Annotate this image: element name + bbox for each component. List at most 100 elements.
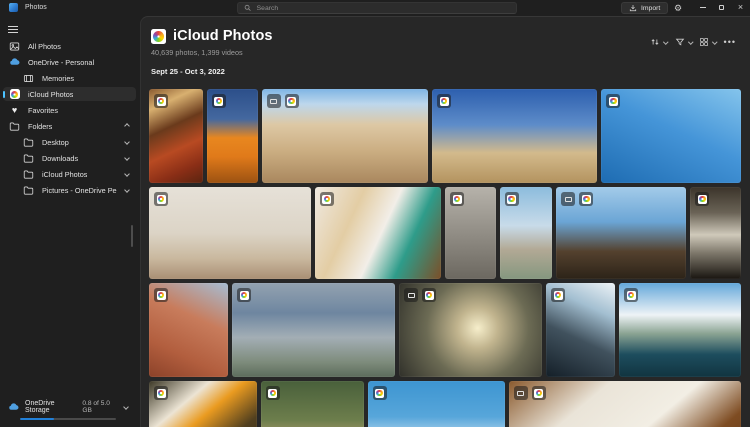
icloud-badge-icon [551, 288, 565, 302]
badge-group [450, 192, 464, 206]
photo-lake-city-clouds[interactable] [619, 283, 741, 377]
badge-group [504, 192, 519, 206]
import-button[interactable]: Import [621, 2, 669, 14]
sidebar-item-desktop[interactable]: Desktop [3, 135, 136, 149]
badge-group [154, 288, 168, 302]
minimize-icon [699, 7, 706, 8]
photo-shaggy-dog-forest[interactable] [260, 381, 364, 427]
filter-button[interactable] [675, 37, 693, 47]
motion-badge-icon [561, 192, 576, 206]
sidebar-item-all-photos[interactable]: All Photos [3, 39, 136, 53]
hamburger-menu-button[interactable] [8, 22, 30, 36]
motion-badge-icon [404, 288, 418, 302]
sidebar-item-label: Memories [42, 73, 75, 83]
icloud-badge-icon [531, 386, 546, 400]
heart-icon: ♥ [11, 104, 18, 115]
grid-view-icon [700, 38, 709, 47]
photo-dog-on-chair[interactable] [149, 187, 311, 279]
photo-pastry-and-latte[interactable] [314, 187, 441, 279]
icloud-badge-icon [154, 386, 168, 400]
search-input[interactable] [256, 4, 510, 12]
close-button[interactable]: × [731, 0, 750, 15]
date-range-header: Sept 25 - Oct 3, 2022 [151, 67, 225, 76]
sidebar-item-memories[interactable]: Memories [3, 71, 136, 85]
page-header: iCloud Photos [151, 28, 273, 44]
badge-group [404, 288, 436, 302]
motion-badge-icon [513, 386, 528, 400]
photo-row [149, 89, 741, 183]
photo-beach-bicycles[interactable] [499, 187, 553, 279]
chevron-down-icon [124, 155, 130, 161]
photo-puppy-on-street[interactable] [445, 187, 496, 279]
sidebar-item-onedrive-personal[interactable]: OneDrive - Personal [3, 55, 136, 69]
sidebar-item-label: iCloud Photos [28, 89, 74, 99]
photo-desert-rocks-hiker[interactable] [261, 89, 429, 183]
app-title: Photos [25, 4, 47, 11]
icloud-badge-icon [504, 192, 519, 206]
minimize-button[interactable] [693, 0, 712, 15]
sort-button[interactable] [650, 37, 669, 47]
photo-clouds-over-beach[interactable] [367, 381, 505, 427]
photo-grilled-orange-plate[interactable] [508, 381, 741, 427]
badge-group [154, 386, 168, 400]
icloud-badge-icon [265, 386, 280, 400]
icloud-badge-icon [450, 192, 464, 206]
icloud-badge-icon [154, 288, 168, 302]
settings-gear-icon[interactable]: ⚙ [669, 0, 687, 16]
chevron-up-icon [124, 123, 130, 129]
photo-sky-swing-tower[interactable] [601, 89, 741, 183]
icloud-badge-icon [372, 386, 387, 400]
titlebar: Photos Import ⚙ × [0, 0, 750, 16]
onedrive-storage-panel[interactable]: OneDrive Storage 0.8 of 5.0 GB [0, 399, 140, 420]
search-icon [244, 4, 251, 11]
sidebar-item-folders[interactable]: Folders [3, 119, 136, 133]
icloud-badge-icon [211, 94, 226, 108]
sidebar-item-pictures-onedrive[interactable]: Pictures - OneDrive Personal [3, 183, 136, 197]
storage-label: OneDrive Storage [25, 399, 55, 414]
filter-icon [675, 38, 684, 46]
photo-lake-sun-reflection[interactable] [546, 283, 615, 377]
photo-eiffel-tower-arch[interactable] [556, 187, 687, 279]
app-identity: Photos [9, 3, 47, 12]
icloud-photos-icon [151, 28, 166, 44]
sidebar-item-icloud-photos-folder[interactable]: iCloud Photos [3, 167, 136, 181]
photo-row [149, 381, 741, 427]
selection-indicator [3, 90, 5, 98]
sidebar-nav: All Photos OneDrive - Personal Memories [0, 39, 140, 199]
storage-usage: 0.8 of 5.0 GB [82, 399, 110, 414]
badge-group [695, 192, 710, 206]
import-button-label: Import [641, 4, 661, 12]
badge-group [551, 288, 565, 302]
window-controls: × [693, 0, 750, 15]
view-options-button[interactable] [699, 37, 718, 47]
photo-orange-sun-mural[interactable] [206, 89, 258, 183]
photo-breakfast-bowls[interactable] [149, 89, 203, 183]
photo-egg-rice-bowl[interactable] [149, 381, 257, 427]
badge-group [154, 94, 168, 108]
sidebar-item-label: Folders [28, 121, 53, 131]
icloud-badge-icon [319, 192, 334, 206]
storage-progress-bar [20, 417, 116, 420]
photo-forest-sunburst[interactable] [399, 283, 542, 377]
icloud-badge-icon [154, 94, 168, 108]
photo-city-skyline-mountains[interactable] [232, 283, 395, 377]
motion-badge-icon [266, 94, 281, 108]
chevron-down-icon [687, 39, 693, 45]
photo-row [149, 283, 741, 377]
maximize-button[interactable] [712, 0, 731, 15]
icloud-badge-icon [606, 94, 621, 108]
more-options-button[interactable]: ••• [724, 37, 736, 47]
photo-red-rock-hiker[interactable] [149, 283, 228, 377]
sidebar-item-favorites[interactable]: ♥ Favorites [3, 103, 136, 117]
maximize-icon [719, 5, 724, 10]
photo-joshua-tree-desert[interactable] [432, 89, 598, 183]
sidebar-scrollbar-thumb[interactable] [131, 225, 133, 247]
sidebar-item-icloud-photos[interactable]: iCloud Photos [3, 87, 136, 101]
icloud-badge-icon [154, 192, 168, 206]
search-box[interactable] [237, 2, 517, 14]
icloud-badge-icon [284, 94, 299, 108]
photo-louvre-pyramid-arch[interactable] [690, 187, 741, 279]
sidebar-item-downloads[interactable]: Downloads [3, 151, 136, 165]
chevron-down-icon [124, 139, 130, 145]
main-content: iCloud Photos 40,639 photos, 1,399 video… [140, 16, 750, 427]
